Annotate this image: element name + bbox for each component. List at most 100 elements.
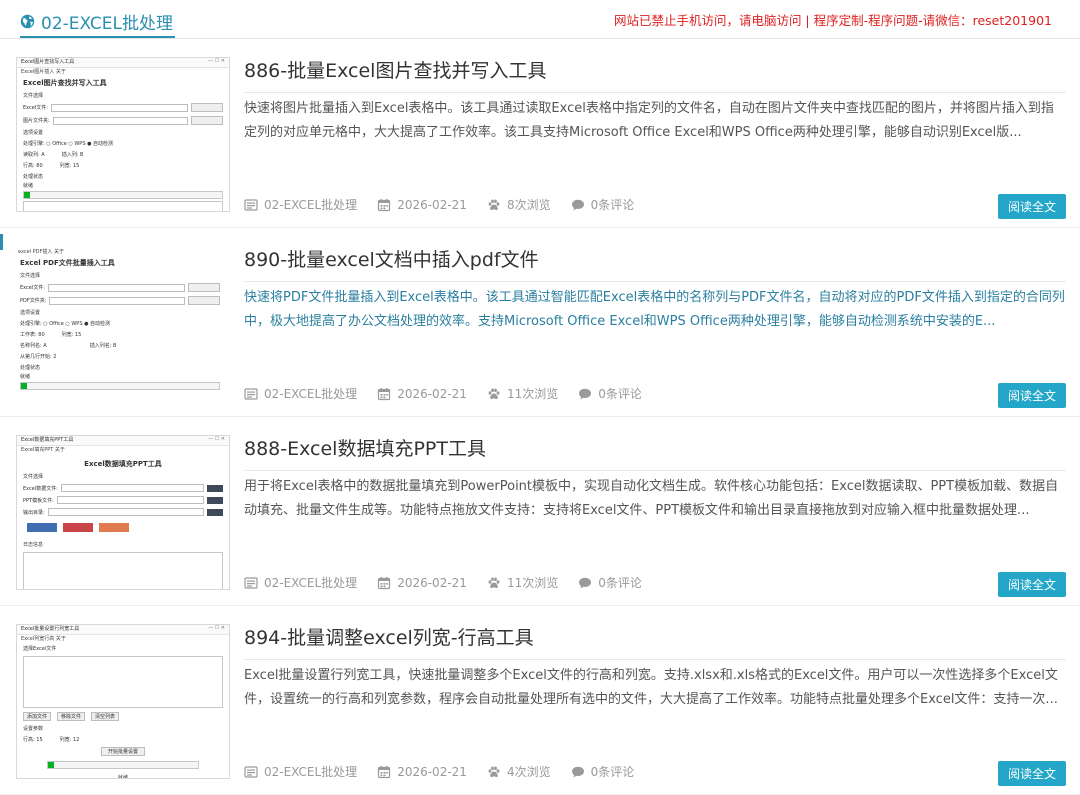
thumbnail-button <box>207 508 223 516</box>
thumbnail-field <box>49 296 185 305</box>
meta-comments[interactable]: 0条评论 <box>578 574 642 591</box>
meta-date-text: 2026-02-21 <box>397 197 467 212</box>
thumbnail-button <box>191 116 223 125</box>
list-icon <box>244 576 258 589</box>
read-more-button[interactable]: 阅读全文 <box>997 761 1066 786</box>
meta-comments[interactable]: 0条评论 <box>578 385 642 402</box>
thumbnail-file-list <box>23 656 223 708</box>
thumbnail-label: 行高: 15 <box>23 737 43 743</box>
thumbnail-field <box>60 484 204 492</box>
thumbnail-label: 名称列名: A <box>20 343 47 349</box>
thumbnail-menu: Excel列宽行高 关于 <box>21 636 66 642</box>
post-description: 用于将Excel表格中的数据批量填充到PowerPoint模板中，实现自动化文档… <box>244 479 1059 518</box>
thumbnail-field <box>50 103 188 112</box>
globe-icon <box>20 14 35 28</box>
post-item: excel PDF插入 关于 Excel PDF文件批量插入工具 文件选择 Ex… <box>0 228 1080 417</box>
read-more-button[interactable]: 阅读全文 <box>997 194 1066 219</box>
post-meta: 02-EXCEL批处理 2026-02-21 11次浏览 0条评论 <box>244 574 642 591</box>
post-title[interactable]: 886-批量Excel图片查找并写入工具 <box>244 56 1066 93</box>
calendar-icon <box>378 576 391 589</box>
calendar-icon <box>378 765 391 778</box>
notice-text: 网站已禁止手机访问，请电脑访问 | 程序定制-程序问题-请微信：reset201… <box>613 13 1052 28</box>
thumbnail-section: 选项设置 <box>20 310 41 316</box>
thumbnail-title: Excel批量设置行列宽工具 <box>21 626 80 632</box>
meta-comments[interactable]: 0条评论 <box>571 196 634 213</box>
post-meta: 02-EXCEL批处理 2026-02-21 8次浏览 0条评论 <box>244 196 634 213</box>
meta-date: 2026-02-21 <box>377 198 467 212</box>
thumbnail-section: 日志信息 <box>23 542 44 548</box>
thumbnail-label: 列宽: 15 <box>59 163 80 169</box>
thumbnail-window: Excel图片查找写入工具 Excel图片插入 关于 Excel图片查找并写入工… <box>17 58 229 211</box>
thumbnail-section: 设置参数 <box>23 726 44 732</box>
meta-date-text: 2026-02-21 <box>397 764 467 779</box>
post-list: Excel图片查找写入工具 Excel图片插入 关于 Excel图片查找并写入工… <box>0 39 1080 795</box>
thumbnail-field <box>52 116 188 125</box>
comment-icon <box>579 388 592 399</box>
post-thumbnail[interactable]: excel PDF插入 关于 Excel PDF文件批量插入工具 文件选择 Ex… <box>14 246 226 399</box>
post-title[interactable]: 894-批量调整excel列宽-行高工具 <box>244 623 1066 660</box>
calendar-icon <box>378 198 391 211</box>
thumbnail-label: Excel文件: <box>20 285 45 291</box>
thumbnail-button <box>191 103 223 112</box>
post-thumbnail[interactable]: Excel数据填充PPT工具 Excel填充PPT 关于 Excel数据填充PP… <box>16 435 230 590</box>
thumbnail-titlebar: Excel批量设置行列宽工具 <box>17 625 229 635</box>
meta-category-text: 02-EXCEL批处理 <box>264 198 358 212</box>
thumbnail-button <box>63 523 93 532</box>
thumbnail-row: 名称列名: A 插入列名: B <box>14 340 226 351</box>
meta-category-text: 02-EXCEL批处理 <box>264 576 358 590</box>
read-more-button[interactable]: 阅读全文 <box>997 572 1066 597</box>
thumbnail-button <box>188 296 220 305</box>
category-header: 02-EXCEL批处理 网站已禁止手机访问，请电脑访问 | 程序定制-程序问题-… <box>0 0 1080 39</box>
meta-comments-text: 0条评论 <box>598 576 642 590</box>
thumbnail-heading: Excel图片查找并写入工具 <box>23 79 107 87</box>
thumbnail-section: 选项设置 <box>23 130 44 136</box>
meta-category-text: 02-EXCEL批处理 <box>264 387 358 401</box>
meta-category[interactable]: 02-EXCEL批处理 <box>244 385 357 402</box>
meta-category-text: 02-EXCEL批处理 <box>264 765 358 779</box>
paw-icon <box>488 766 500 777</box>
post-description: 快速将图片批量插入到Excel表格中。该工具通过读取Excel表格中指定列的文件… <box>244 101 1054 140</box>
meta-comments[interactable]: 0条评论 <box>571 763 634 780</box>
post-item: Excel批量设置行列宽工具 Excel列宽行高 关于 选择Excel文件 添加… <box>0 606 1080 795</box>
comment-icon <box>571 199 584 210</box>
thumbnail-row: 行高: 80 列宽: 15 <box>17 160 229 171</box>
thumbnail-section: 文件选择 <box>23 474 44 480</box>
thumbnail-ready: 就绪 <box>23 183 34 189</box>
list-icon <box>244 765 258 778</box>
post-title[interactable]: 890-批量excel文档中插入pdf文件 <box>244 245 1066 282</box>
thumbnail-window: Excel数据填充PPT工具 Excel填充PPT 关于 Excel数据填充PP… <box>17 436 229 589</box>
thumbnail-label: 行高: 80 <box>23 163 43 169</box>
thumbnail-row: Excel文件: <box>17 101 229 114</box>
meta-date: 2026-02-21 <box>377 387 467 401</box>
thumbnail-menu: excel PDF插入 关于 <box>18 249 64 255</box>
thumbnail-section: 选择Excel文件 <box>23 646 57 652</box>
post-description: 快速将PDF文件批量插入到Excel表格中。该工具通过智能匹配Excel表格中的… <box>244 290 1065 329</box>
meta-date-text: 2026-02-21 <box>397 575 467 590</box>
thumbnail-ready: 就绪 <box>20 374 31 380</box>
thumbnail-button <box>27 523 57 532</box>
meta-category[interactable]: 02-EXCEL批处理 <box>244 196 357 213</box>
thumbnail-label: 列宽: 15 <box>61 332 82 338</box>
thumbnail-label: 输出目录: <box>23 509 45 516</box>
thumbnail-row: Excel文件: <box>14 281 226 294</box>
meta-views: 11次浏览 <box>487 574 558 591</box>
paw-icon <box>488 388 500 399</box>
post-thumbnail[interactable]: Excel图片查找写入工具 Excel图片插入 关于 Excel图片查找并写入工… <box>16 57 230 212</box>
thumbnail-label: 插入列: B <box>61 152 84 158</box>
meta-date: 2026-02-21 <box>377 765 467 779</box>
meta-views-text: 11次浏览 <box>506 387 559 401</box>
thumbnail-label: 工作表: 80 <box>20 332 45 338</box>
meta-category[interactable]: 02-EXCEL批处理 <box>244 763 357 780</box>
thumbnail-row: Excel数据文件: <box>17 482 229 494</box>
thumbnail-row: 添加文件 移除文件 清空列表 <box>17 710 229 723</box>
thumbnail-progress <box>20 382 220 390</box>
thumbnail-titlebar: Excel数据填充PPT工具 <box>17 436 229 446</box>
thumbnail-progress <box>23 191 223 199</box>
read-more-button[interactable]: 阅读全文 <box>997 383 1066 408</box>
thumbnail-title: Excel数据填充PPT工具 <box>21 437 74 443</box>
post-thumbnail[interactable]: Excel批量设置行列宽工具 Excel列宽行高 关于 选择Excel文件 添加… <box>16 624 230 779</box>
thumbnail-section: 处理状态 <box>20 365 41 371</box>
meta-category[interactable]: 02-EXCEL批处理 <box>244 574 357 591</box>
post-title[interactable]: 888-Excel数据填充PPT工具 <box>244 434 1066 471</box>
meta-views-text: 4次浏览 <box>506 765 551 779</box>
